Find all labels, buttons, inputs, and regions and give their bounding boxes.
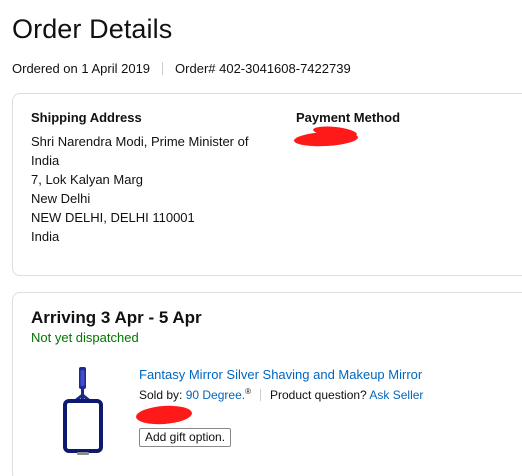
sold-by-label: Sold by: — [139, 388, 183, 402]
shipping-payment-box: Shipping Address Shri Narendra Modi, Pri… — [12, 93, 522, 276]
order-meta: Ordered on 1 April 2019 Order# 402-304160… — [12, 61, 351, 76]
dispatch-status: Not yet dispatched — [31, 330, 139, 345]
meta-divider — [162, 62, 164, 75]
ordered-on-date: Ordered on 1 April 2019 — [12, 61, 151, 76]
payment-method-heading: Payment Method — [296, 110, 401, 125]
address-line: India — [31, 229, 60, 244]
address-line: NEW DELHI, DELHI 110001 — [31, 210, 195, 225]
seller-link[interactable]: 90 Degree. — [186, 388, 245, 402]
add-gift-option-button[interactable]: Add gift option. — [139, 428, 232, 447]
address-line: India — [31, 153, 60, 168]
product-title-link[interactable]: Fantasy Mirror Silver Shaving and Makeup… — [139, 367, 422, 382]
payment-redaction-mark — [293, 130, 359, 148]
shipping-address: Shri Narendra Modi, Prime Minister of In… — [31, 132, 271, 246]
page-title: Order Details — [12, 14, 173, 44]
product-question-label: Product question? — [269, 388, 367, 402]
shipment-box: Arriving 3 Apr - 5 Apr Not yet dispatche… — [12, 292, 522, 476]
sold-by-divider — [259, 389, 261, 401]
order-number: Order# 402-3041608-7422739 — [175, 61, 351, 76]
ask-seller-link[interactable]: Ask Seller — [369, 388, 423, 402]
shipping-address-heading: Shipping Address — [31, 110, 142, 125]
sold-by-row: Sold by: 90 Degree.® Product question? As… — [139, 387, 423, 402]
address-line: New Delhi — [31, 191, 91, 206]
address-line: Shri Narendra Modi, Prime Minister of — [31, 134, 249, 149]
registered-mark: ® — [245, 387, 251, 396]
hanging-mirror-icon[interactable] — [61, 365, 105, 457]
gift-redaction-mark — [135, 404, 193, 426]
arrival-window: Arriving 3 Apr - 5 Apr — [31, 308, 202, 327]
address-line: 7, Lok Kalyan Marg — [31, 172, 144, 187]
